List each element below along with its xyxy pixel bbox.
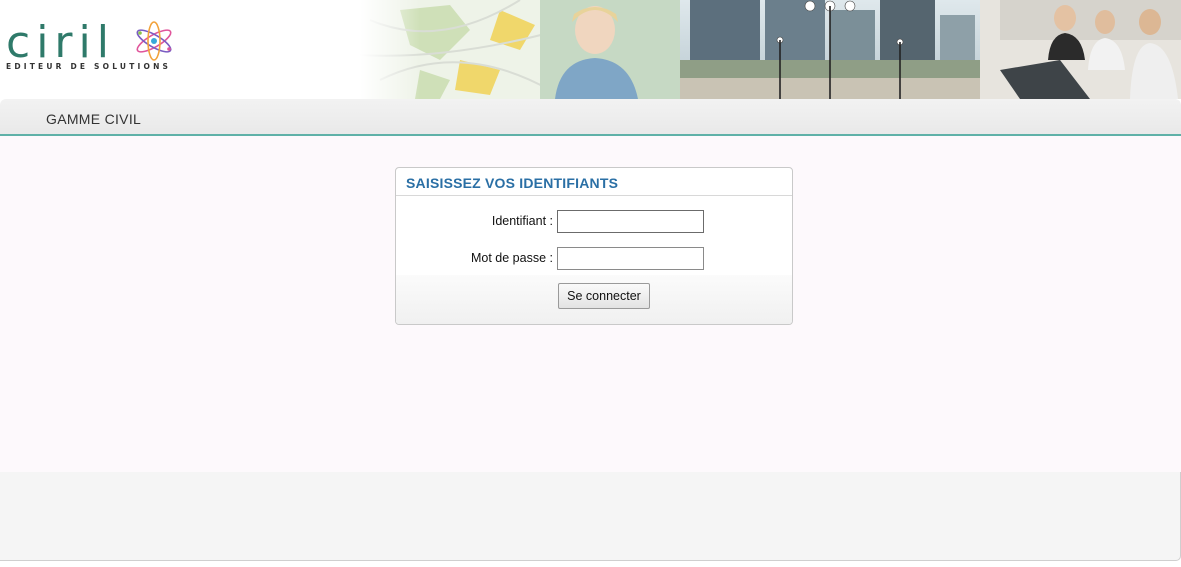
atom-icon: [136, 21, 172, 61]
login-panel: SAISISSEZ VOS IDENTIFIANTS Identifiant :…: [395, 167, 793, 325]
ciril-logo: ciril EDITEUR DE SOLUTIONS: [4, 16, 176, 76]
username-input[interactable]: [557, 210, 704, 233]
logo-tagline: EDITEUR DE SOLUTIONS: [6, 62, 172, 71]
logo-wordmark: ciril: [6, 17, 115, 68]
nav-gamme-civil[interactable]: GAMME CIVIL: [46, 111, 141, 127]
password-label: Mot de passe :: [471, 251, 553, 265]
top-nav: GAMME CIVIL: [0, 99, 1181, 135]
password-input[interactable]: [557, 247, 704, 270]
footer: [0, 472, 1181, 561]
login-button[interactable]: Se connecter: [558, 283, 650, 309]
username-row: Identifiant :: [396, 210, 792, 234]
username-label: Identifiant :: [491, 214, 553, 228]
login-title: SAISISSEZ VOS IDENTIFIANTS: [396, 168, 792, 196]
header-banner: ciril EDITEUR DE SOLUTIONS: [0, 0, 1181, 99]
button-area: Se connecter: [396, 275, 792, 324]
password-row: Mot de passe :: [396, 247, 792, 271]
banner-photo-collage: [360, 0, 1181, 99]
